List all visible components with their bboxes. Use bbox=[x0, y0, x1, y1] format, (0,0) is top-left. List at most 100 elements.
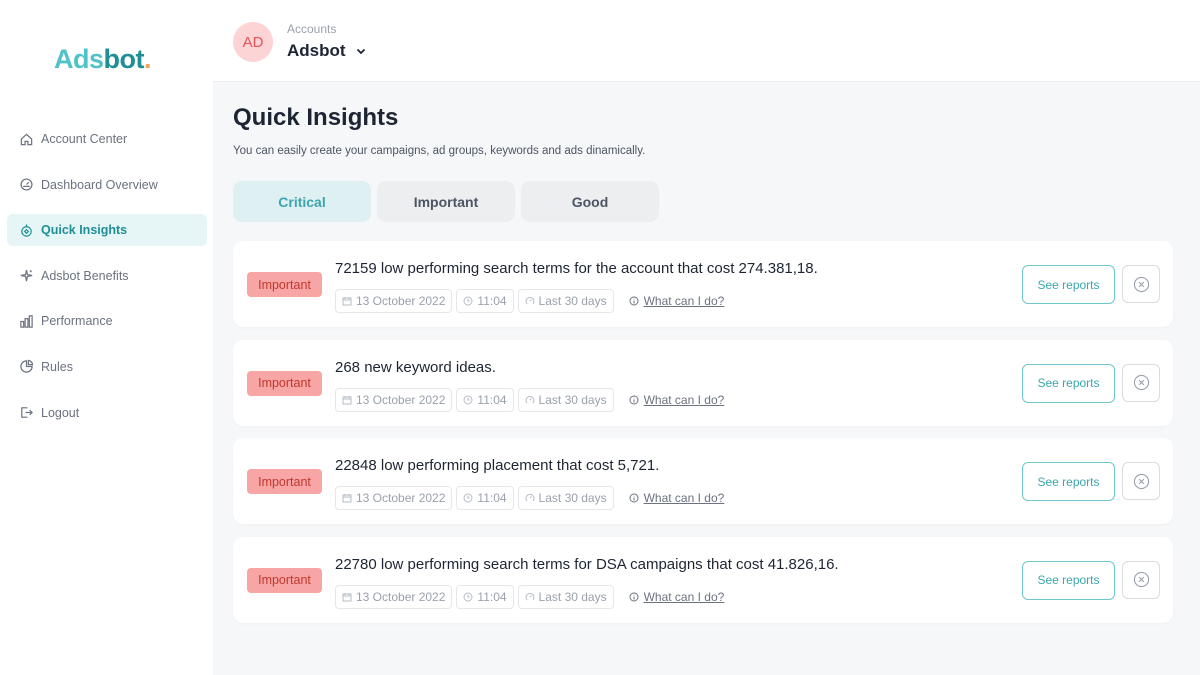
sidebar-item-label: Dashboard Overview bbox=[41, 177, 158, 192]
bar-chart-icon bbox=[18, 313, 34, 329]
clock-icon bbox=[463, 493, 473, 503]
sidebar-item-label: Adsbot Benefits bbox=[41, 268, 129, 283]
period-text: Last 30 days bbox=[538, 491, 607, 505]
insight-text: 268 new keyword ideas. bbox=[335, 358, 496, 376]
insight-text: 22848 low performing placement that cost… bbox=[335, 457, 660, 474]
period-chip: Last 30 days bbox=[517, 387, 614, 412]
close-circle-icon bbox=[1133, 571, 1149, 588]
logo-text-ads: Ads bbox=[54, 44, 104, 74]
insight-meta: 13 October 2022 11:04 Last 30 days What … bbox=[335, 486, 724, 510]
info-icon bbox=[629, 395, 639, 404]
clock-icon bbox=[463, 296, 473, 306]
sidebar-item-adsbot-benefits[interactable]: Adsbot Benefits bbox=[7, 260, 207, 292]
period-icon bbox=[525, 592, 535, 600]
priority-badge: Important bbox=[247, 567, 322, 593]
insight-card: Important 22848 low performing placement… bbox=[233, 438, 1173, 524]
close-circle-icon bbox=[1133, 276, 1149, 292]
date-chip: 13 October 2022 bbox=[335, 387, 453, 412]
sidebar-item-logout[interactable]: Logout bbox=[7, 397, 207, 429]
clock-icon bbox=[463, 395, 473, 404]
calendar-icon bbox=[342, 494, 352, 503]
priority-badge: Important bbox=[247, 370, 322, 396]
period-icon bbox=[525, 296, 535, 305]
insight-card: Important 72159 low performing search te… bbox=[233, 241, 1173, 327]
help-text: What can I do? bbox=[643, 491, 725, 505]
sidebar-item-label: Logout bbox=[41, 405, 80, 420]
account-name: Adsbot bbox=[287, 41, 346, 60]
period-icon bbox=[525, 395, 535, 403]
period-chip: Last 30 days bbox=[517, 486, 614, 510]
sidebar-item-label: Performance bbox=[41, 314, 113, 329]
tab-good[interactable]: Good bbox=[521, 181, 659, 222]
tab-important[interactable]: Important bbox=[377, 181, 515, 222]
insight-card: Important 268 new keyword ideas. 13 Octo… bbox=[233, 339, 1173, 426]
time-chip: 11:04 bbox=[456, 486, 514, 510]
calendar-icon bbox=[342, 297, 352, 306]
logout-icon bbox=[18, 405, 34, 421]
see-reports-button[interactable]: See reports bbox=[1022, 462, 1115, 501]
severity-tabs: Critical Important Good bbox=[233, 181, 665, 222]
what-can-i-do-link[interactable]: What can I do? bbox=[629, 392, 725, 407]
time-text: 11:04 bbox=[477, 392, 507, 407]
close-circle-icon bbox=[1133, 374, 1149, 391]
sidebar-item-label: Account Center bbox=[41, 132, 128, 146]
help-text: What can I do? bbox=[643, 392, 725, 407]
date-text: 13 October 2022 bbox=[356, 589, 446, 604]
close-circle-icon bbox=[1133, 473, 1149, 489]
period-text: Last 30 days bbox=[538, 589, 607, 604]
sidebar-item-label: Quick Insights bbox=[41, 223, 128, 238]
see-reports-button[interactable]: See reports bbox=[1022, 560, 1115, 600]
date-text: 13 October 2022 bbox=[356, 294, 446, 308]
tab-critical[interactable]: Critical bbox=[233, 181, 371, 222]
sidebar-nav: Account Center Dashboard Overview Quick … bbox=[7, 123, 207, 442]
sidebar-item-rules[interactable]: Rules bbox=[7, 351, 207, 383]
info-icon bbox=[629, 592, 639, 601]
dismiss-button[interactable] bbox=[1122, 363, 1160, 402]
period-text: Last 30 days bbox=[538, 294, 607, 308]
time-chip: 11:04 bbox=[456, 289, 514, 313]
time-text: 11:04 bbox=[477, 589, 507, 604]
what-can-i-do-link[interactable]: What can I do? bbox=[629, 589, 725, 604]
dismiss-button[interactable] bbox=[1122, 462, 1160, 500]
what-can-i-do-link[interactable]: What can I do? bbox=[629, 491, 725, 505]
insights-icon bbox=[18, 222, 34, 238]
account-avatar[interactable]: AD bbox=[233, 22, 273, 62]
sidebar-item-dashboard-overview[interactable]: Dashboard Overview bbox=[7, 169, 207, 201]
pie-chart-icon bbox=[18, 359, 34, 375]
help-text: What can I do? bbox=[643, 294, 725, 308]
insight-meta: 13 October 2022 11:04 Last 30 days What … bbox=[335, 584, 725, 609]
dismiss-button[interactable] bbox=[1122, 265, 1160, 303]
account-selector[interactable]: Adsbot bbox=[287, 41, 367, 61]
what-can-i-do-link[interactable]: What can I do? bbox=[629, 294, 725, 308]
dismiss-button[interactable] bbox=[1122, 560, 1160, 599]
period-text: Last 30 days bbox=[538, 392, 607, 407]
adsbot-logo[interactable]: Adsbot. bbox=[54, 44, 152, 75]
insight-card: Important 22780 low performing search te… bbox=[233, 536, 1173, 623]
see-reports-button[interactable]: See reports bbox=[1022, 265, 1115, 304]
date-chip: 13 October 2022 bbox=[335, 486, 453, 510]
sidebar: Adsbot. Account Center Dashboard Overvie… bbox=[0, 0, 213, 675]
accounts-label: Accounts bbox=[287, 22, 337, 36]
sidebar-item-account-center[interactable]: Account Center bbox=[7, 123, 207, 155]
insight-meta: 13 October 2022 11:04 Last 30 days What … bbox=[335, 289, 724, 313]
period-icon bbox=[525, 493, 535, 502]
logo-text-bot: bot bbox=[103, 44, 145, 74]
sidebar-item-quick-insights[interactable]: Quick Insights bbox=[7, 214, 207, 247]
period-chip: Last 30 days bbox=[517, 584, 614, 609]
page-title: Quick Insights bbox=[233, 104, 399, 131]
time-chip: 11:04 bbox=[456, 387, 514, 412]
logo-dot: . bbox=[144, 44, 152, 74]
see-reports-button[interactable]: See reports bbox=[1022, 363, 1115, 403]
time-text: 11:04 bbox=[477, 491, 507, 505]
sidebar-item-label: Rules bbox=[41, 359, 73, 374]
priority-badge: Important bbox=[247, 272, 322, 297]
sidebar-item-performance[interactable]: Performance bbox=[7, 305, 207, 337]
date-text: 13 October 2022 bbox=[356, 392, 446, 407]
insights-list: Important 72159 low performing search te… bbox=[233, 241, 1173, 635]
page-subtitle: You can easily create your campaigns, ad… bbox=[233, 145, 646, 157]
help-text: What can I do? bbox=[643, 589, 725, 604]
calendar-icon bbox=[342, 592, 352, 601]
time-chip: 11:04 bbox=[456, 584, 514, 609]
insight-text: 72159 low performing search terms for th… bbox=[335, 260, 818, 277]
sparkle-icon bbox=[18, 268, 34, 284]
